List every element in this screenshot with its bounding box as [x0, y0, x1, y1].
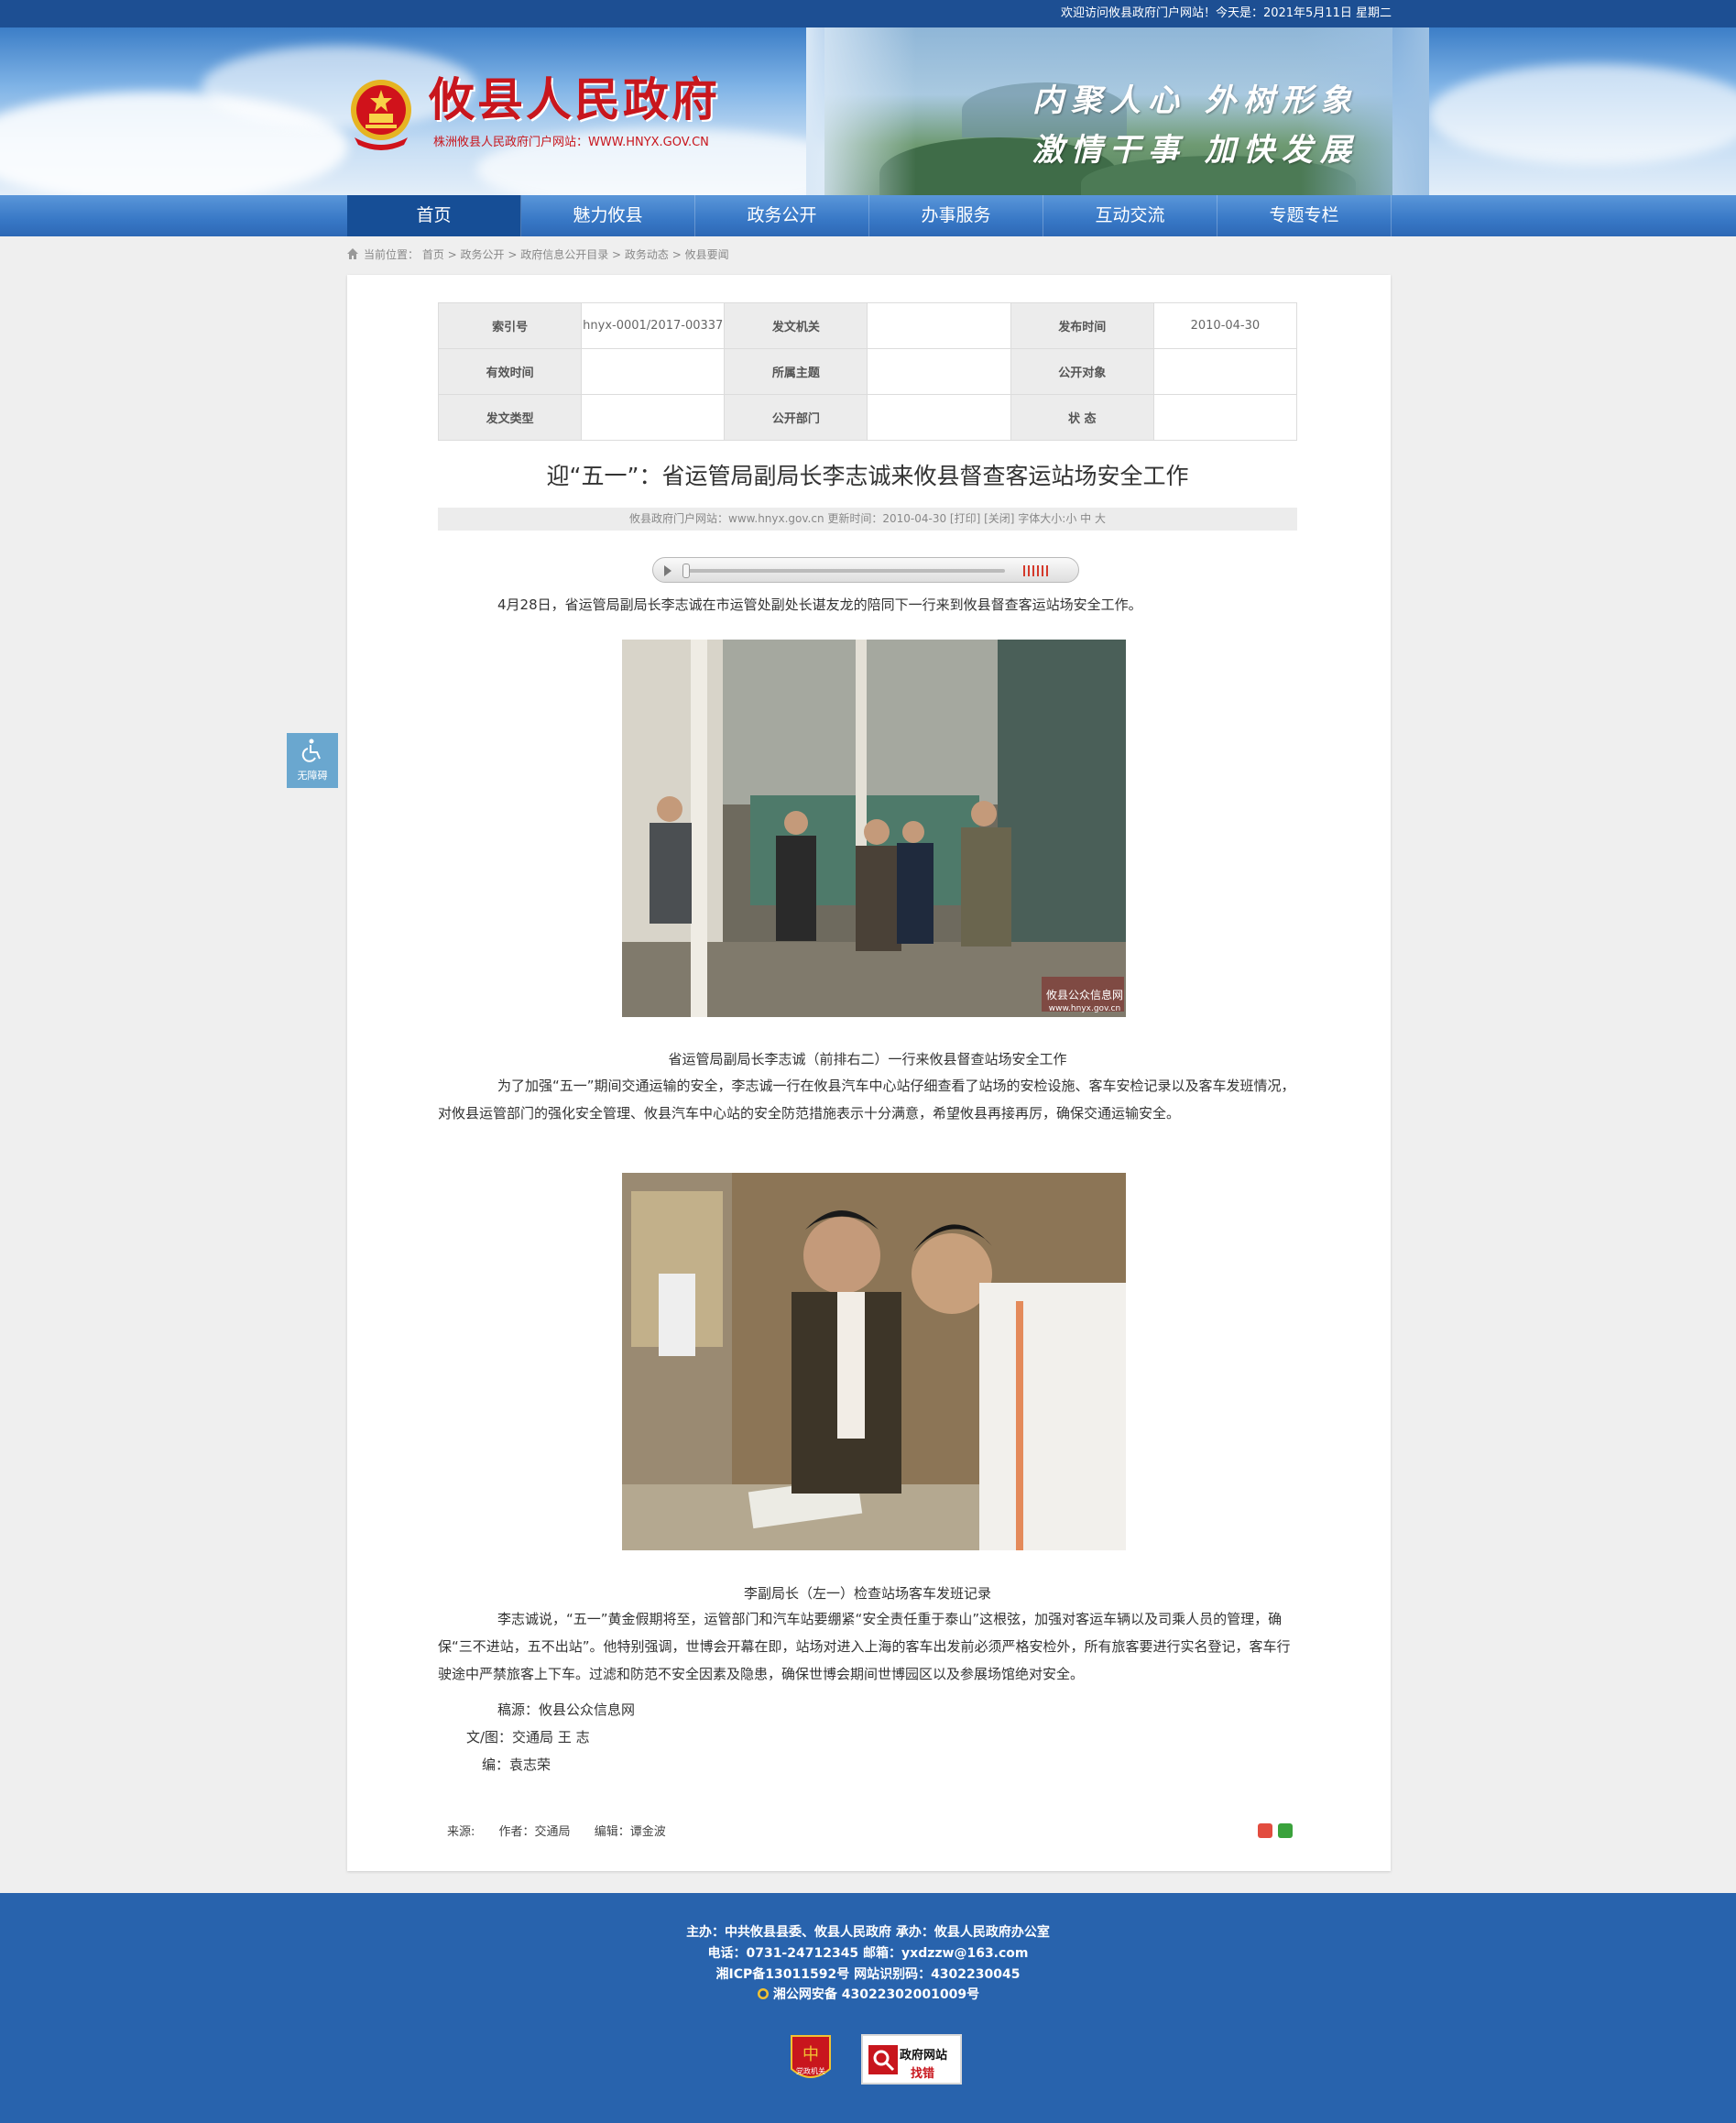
national-emblem-icon	[351, 80, 411, 150]
audio-progress-track[interactable]	[684, 569, 1005, 573]
editor-line: 编：袁志荣	[482, 1756, 551, 1773]
article-photo-1: 攸县公众信息网 www.hnyx.gov.cn	[622, 640, 1126, 1017]
nav-item-gov-affairs[interactable]: 政务公开	[695, 195, 869, 236]
svg-text:中: 中	[802, 2045, 819, 2064]
top-strip: 欢迎访问攸县政府门户网站！今天是：2021年5月11日 星期二	[0, 0, 1736, 27]
breadcrumb-label: 当前位置：	[364, 248, 420, 261]
meta-key: 发文类型	[437, 394, 583, 441]
editor-label: 编辑：谭金波	[594, 1825, 666, 1839]
nav-item-home[interactable]: 首页	[347, 195, 521, 236]
source-label: 来源:	[447, 1825, 475, 1839]
meta-key: 所属主题	[724, 348, 868, 395]
slogan-line-1: 内聚人心 外树形象	[1032, 82, 1359, 119]
nav-item-services[interactable]: 办事服务	[869, 195, 1043, 236]
nav-item-charm[interactable]: 魅力攸县	[521, 195, 695, 236]
breadcrumb-path[interactable]: 首页 > 政务公开 > 政府信息公开目录 > 政务动态 > 攸县要闻	[422, 248, 729, 261]
weibo-share-icon[interactable]	[1258, 1823, 1272, 1838]
svg-text:党政机关: 党政机关	[796, 2066, 825, 2075]
meta-value: hnyx-0001/2017-00337	[581, 302, 726, 349]
header-banner: 攸县人民政府 株洲攸县人民政府门户网站：WWW.HNYX.GOV.CN 内聚人心…	[0, 27, 1736, 195]
article-info-bar[interactable]: 攸县政府门户网站：www.hnyx.gov.cn 更新时间：2010-04-30…	[438, 508, 1297, 531]
magnifier-icon	[868, 2045, 898, 2074]
photo-caption-2: 李副局长（左一）检查站场客车发班记录	[743, 1585, 991, 1602]
meta-key: 发文机关	[724, 302, 868, 349]
article-photo-2	[622, 1173, 1126, 1550]
audio-player[interactable]	[652, 557, 1079, 583]
gov-site-error-report-badge[interactable]: 政府网站 找错	[861, 2034, 962, 2085]
accessibility-button[interactable]: 无障碍	[287, 733, 338, 788]
slogan-line-2: 激情干事 加快发展	[1032, 132, 1359, 169]
nav-item-topics[interactable]: 专题专栏	[1217, 195, 1392, 236]
volume-icon[interactable]	[1023, 565, 1049, 576]
article-panel: 索引号 hnyx-0001/2017-00337 发文机关 发布时间 2010-…	[347, 275, 1391, 1871]
site-title: 攸县人民政府	[429, 72, 720, 126]
meta-value	[867, 394, 1011, 441]
table-row: 索引号 hnyx-0001/2017-00337 发文机关 发布时间 2010-…	[437, 302, 1298, 349]
accessibility-label: 无障碍	[297, 770, 328, 782]
photo-watermark: 攸县公众信息网	[1046, 988, 1123, 1001]
nav-item-interaction[interactable]: 互动交流	[1043, 195, 1217, 236]
article-paragraph-2: 为了加强“五一”期间交通运输的安全，李志诚一行在攸县汽车中心站仔细查看了站场的安…	[438, 1078, 1295, 1122]
table-row: 有效时间 所属主题 公开对象	[437, 348, 1298, 395]
footer-sponsor: 主办：中共攸县县委、攸县人民政府 承办：攸县人民政府办公室	[686, 1925, 1050, 1940]
breadcrumb: 当前位置： 首页 > 政务公开 > 政府信息公开目录 > 政务动态 > 攸县要闻	[347, 246, 729, 263]
badge-text-2: 找错	[911, 2067, 935, 2081]
article-meta-footer: 来源: 作者：交通局 编辑：谭金波	[447, 1822, 686, 1839]
meta-key: 状 态	[1010, 394, 1154, 441]
meta-value	[1152, 394, 1298, 441]
article-paragraph-1: 4月28日，省运管局副局长李志诚在市运管处副处长谌友龙的陪同下一行来到攸县督查客…	[497, 596, 1142, 613]
meta-key: 有效时间	[437, 348, 583, 395]
home-icon	[347, 248, 358, 259]
meta-key: 索引号	[437, 302, 583, 349]
author-label: 作者：交通局	[498, 1825, 571, 1839]
meta-value: 2010-04-30	[1152, 302, 1298, 349]
meta-value	[581, 348, 726, 395]
wechat-share-icon[interactable]	[1278, 1823, 1293, 1838]
party-gov-badge-icon[interactable]: 中 党政机关	[790, 2032, 832, 2087]
meta-key: 公开部门	[724, 394, 868, 441]
main-nav: 首页 魅力攸县 政务公开 办事服务 互动交流 专题专栏	[0, 195, 1736, 236]
article-paragraph-3: 李志诚说，“五一”黄金假期将至，运管部门和汽车站要绷紧“安全责任重于泰山”这根弦…	[438, 1611, 1291, 1682]
photo-caption-1: 省运管局副局长李志诚（前排右二）一行来攸县督查站场安全工作	[668, 1051, 1067, 1067]
meta-value	[867, 348, 1011, 395]
play-icon[interactable]	[664, 565, 671, 576]
meta-key: 发布时间	[1010, 302, 1154, 349]
police-badge-icon	[757, 1988, 769, 1999]
audio-progress-handle[interactable]	[682, 564, 690, 578]
author-line: 文/图：交通局 王 志	[466, 1729, 590, 1745]
footer-police-record[interactable]: 湘公网安备 43022302001009号	[0, 1985, 1736, 2003]
meta-value	[1152, 348, 1298, 395]
site-subtitle: 株洲攸县人民政府门户网站：WWW.HNYX.GOV.CN	[433, 136, 709, 149]
source-line: 稿源：攸县公众信息网	[497, 1702, 636, 1718]
footer-icp[interactable]: 湘ICP备13011592号 网站识别码：4302230045	[0, 1964, 1736, 1983]
badge-text-1: 政府网站	[900, 2049, 948, 2063]
meta-value	[867, 302, 1011, 349]
welcome-text: 欢迎访问攸县政府门户网站！今天是：2021年5月11日 星期二	[1060, 6, 1392, 20]
meta-key: 公开对象	[1010, 348, 1154, 395]
site-footer: 主办：中共攸县县委、攸县人民政府 承办：攸县人民政府办公室 电话：0731-24…	[0, 1893, 1736, 2123]
wheelchair-icon	[301, 739, 321, 762]
meta-value	[581, 394, 726, 441]
table-row: 发文类型 公开部门 状 态	[437, 394, 1298, 441]
footer-contact: 电话：0731-24712345 邮箱：yxdzzw@163.com	[707, 1946, 1029, 1961]
photo-watermark-url: www.hnyx.gov.cn	[1049, 1004, 1120, 1013]
info-meta-table: 索引号 hnyx-0001/2017-00337 发文机关 发布时间 2010-…	[437, 302, 1298, 441]
article-title: 迎“五一”：省运管局副局长李志诚来攸县督查客运站场安全工作	[546, 463, 1189, 489]
